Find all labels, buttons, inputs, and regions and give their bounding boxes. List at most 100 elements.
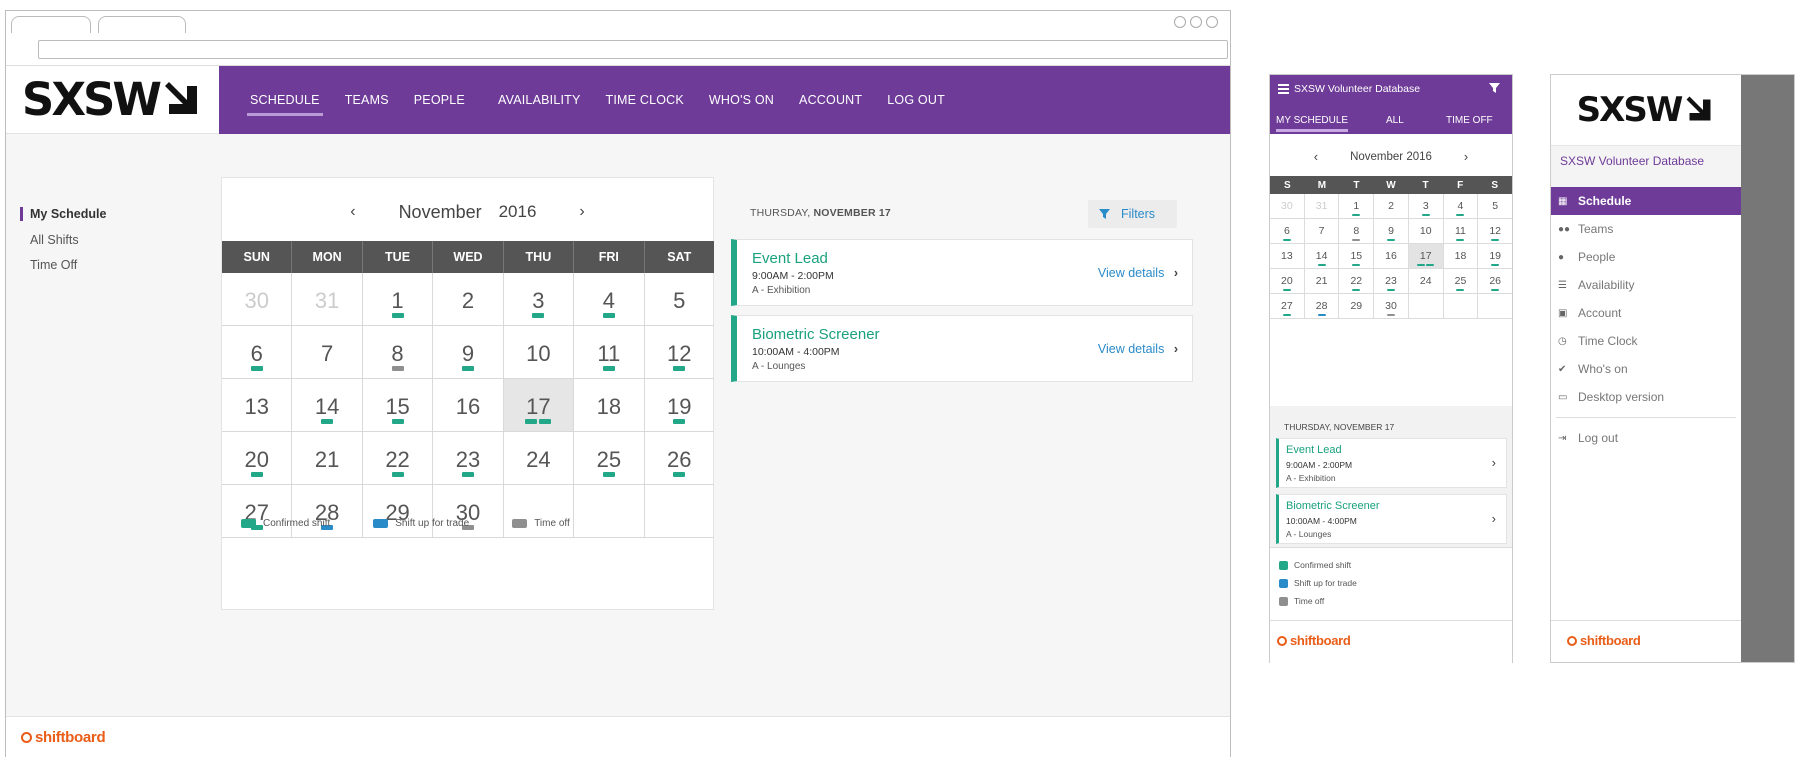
calendar-day[interactable]: 7 — [292, 326, 363, 378]
calendar-day[interactable]: 19 — [645, 379, 714, 431]
calendar-day[interactable]: 10 — [504, 326, 575, 378]
calendar-day[interactable]: 28 — [1305, 294, 1340, 318]
browser-tab[interactable] — [11, 16, 91, 33]
calendar-day[interactable]: 29 — [363, 485, 434, 537]
calendar-day[interactable]: 15 — [1339, 244, 1375, 268]
menu-item-time-clock[interactable]: ◷ Time Clock — [1551, 327, 1741, 355]
calendar-day[interactable]: 15 — [363, 379, 434, 431]
menu-item-log-out[interactable]: ⇥ Log out — [1551, 424, 1741, 452]
calendar-day[interactable]: 28 — [292, 485, 363, 537]
calendar-day[interactable]: 5 — [1478, 194, 1512, 218]
nav-log-out[interactable]: LOG OUT — [887, 93, 945, 107]
calendar-day[interactable]: 29 — [1339, 294, 1375, 318]
calendar-day[interactable]: 31 — [292, 273, 363, 325]
mobile-filter-icon[interactable] — [1489, 83, 1500, 93]
calendar-day[interactable]: 18 — [1444, 244, 1479, 268]
calendar-day[interactable]: 19 — [1478, 244, 1512, 268]
sidebar-item-time-off[interactable]: Time Off — [30, 258, 77, 272]
calendar-day[interactable]: 3 — [504, 273, 575, 325]
calendar-day-selected[interactable]: 17 — [503, 379, 575, 431]
calendar-day[interactable]: 13 — [222, 379, 293, 431]
hamburger-menu-icon[interactable] — [1278, 84, 1289, 94]
calendar-day[interactable]: 20 — [1270, 269, 1305, 293]
calendar-day[interactable]: 11 — [1444, 219, 1479, 243]
calendar-day[interactable]: 26 — [1478, 269, 1512, 293]
calendar-day[interactable]: 30 — [1374, 294, 1409, 318]
calendar-day[interactable]: 16 — [1374, 244, 1409, 268]
calendar-day[interactable]: 20 — [222, 432, 293, 484]
mobile-shift-card[interactable]: Event Lead 9:00AM - 2:00PM A - Exhibitio… — [1276, 438, 1507, 488]
calendar-day[interactable]: 30 — [433, 485, 504, 537]
calendar-day[interactable]: 2 — [1374, 194, 1409, 218]
menu-item-account[interactable]: ▣ Account — [1551, 299, 1741, 327]
shiftboard-logo[interactable]: shiftboard — [1277, 633, 1351, 648]
menu-item-desktop-version[interactable]: ▭ Desktop version — [1551, 383, 1741, 411]
nav-whos-on[interactable]: WHO'S ON — [709, 93, 774, 107]
nav-availability[interactable]: AVAILABILITY — [498, 93, 581, 107]
mobile-next-month-button[interactable]: › — [1464, 149, 1468, 164]
menu-item-whos-on[interactable]: ✔ Who's on — [1551, 355, 1741, 383]
mobile-shift-card[interactable]: Biometric Screener 10:00AM - 4:00PM A - … — [1276, 494, 1507, 544]
mobile-tab-all[interactable]: ALL — [1386, 115, 1404, 126]
calendar-day[interactable]: 4 — [1444, 194, 1479, 218]
calendar-day[interactable]: 9 — [1374, 219, 1409, 243]
sidebar-item-all-shifts[interactable]: All Shifts — [30, 233, 79, 247]
view-details-link[interactable]: View details › — [1098, 342, 1178, 356]
nav-people[interactable]: PEOPLE — [414, 93, 465, 107]
menu-item-schedule[interactable]: ▦ Schedule — [1551, 187, 1741, 215]
calendar-day[interactable]: 30 — [1270, 194, 1305, 218]
calendar-day[interactable]: 14 — [292, 379, 363, 431]
calendar-day[interactable]: 8 — [363, 326, 434, 378]
calendar-day[interactable]: 7 — [1305, 219, 1340, 243]
calendar-day-selected[interactable]: 17 — [1408, 244, 1444, 268]
window-close-button[interactable] — [1206, 16, 1218, 28]
calendar-day[interactable]: 12 — [645, 326, 714, 378]
calendar-day[interactable]: 24 — [504, 432, 575, 484]
calendar-day[interactable]: 25 — [1444, 269, 1479, 293]
mobile-prev-month-button[interactable]: ‹ — [1314, 149, 1318, 164]
calendar-day[interactable]: 23 — [433, 432, 504, 484]
calendar-day[interactable]: 12 — [1478, 219, 1512, 243]
view-details-link[interactable]: View details › — [1098, 266, 1178, 280]
calendar-day[interactable]: 11 — [574, 326, 645, 378]
calendar-day[interactable]: 6 — [1270, 219, 1305, 243]
calendar-day[interactable]: 27 — [222, 485, 293, 537]
calendar-day[interactable]: 1 — [363, 273, 434, 325]
sidebar-item-my-schedule[interactable]: My Schedule — [20, 207, 106, 221]
next-month-button[interactable]: › — [579, 203, 584, 221]
menu-item-availability[interactable]: ☰ Availability — [1551, 271, 1741, 299]
calendar-day[interactable]: 3 — [1409, 194, 1444, 218]
menu-item-people[interactable]: ● People — [1551, 243, 1741, 271]
shiftboard-logo[interactable]: shiftboard — [1567, 633, 1641, 648]
calendar-day[interactable]: 10 — [1409, 219, 1444, 243]
shift-card[interactable]: Event Lead 9:00AM - 2:00PM A - Exhibitio… — [731, 239, 1193, 306]
calendar-day[interactable]: 6 — [222, 326, 293, 378]
shiftboard-logo[interactable]: shiftboard — [21, 729, 106, 746]
calendar-day[interactable]: 22 — [363, 432, 434, 484]
mobile-tab-my-schedule[interactable]: MY SCHEDULE — [1276, 115, 1349, 132]
calendar-day[interactable]: 5 — [645, 273, 714, 325]
menu-item-teams[interactable]: ●● Teams — [1551, 215, 1741, 243]
prev-month-button[interactable]: ‹ — [350, 203, 355, 221]
nav-account[interactable]: ACCOUNT — [799, 93, 862, 107]
nav-time-clock[interactable]: TIME CLOCK — [606, 93, 684, 107]
window-maximize-button[interactable] — [1190, 16, 1202, 28]
shift-card[interactable]: Biometric Screener 10:00AM - 4:00PM A - … — [731, 315, 1193, 382]
calendar-day[interactable]: 16 — [433, 379, 504, 431]
calendar-day[interactable]: 1 — [1339, 194, 1375, 218]
calendar-day[interactable]: 8 — [1339, 219, 1375, 243]
calendar-day[interactable]: 13 — [1270, 244, 1305, 268]
calendar-day[interactable]: 2 — [433, 273, 504, 325]
logo-container[interactable]: SXSW — [6, 66, 219, 134]
calendar-day[interactable]: 9 — [433, 326, 504, 378]
calendar-day[interactable]: 14 — [1305, 244, 1340, 268]
calendar-day[interactable]: 18 — [574, 379, 645, 431]
calendar-day[interactable]: 25 — [574, 432, 645, 484]
calendar-day[interactable]: 4 — [574, 273, 645, 325]
calendar-day[interactable]: 26 — [645, 432, 714, 484]
mobile-tab-time-off[interactable]: TIME OFF — [1446, 115, 1493, 126]
calendar-day[interactable]: 27 — [1270, 294, 1305, 318]
address-bar[interactable] — [38, 40, 1228, 59]
calendar-day[interactable]: 30 — [222, 273, 293, 325]
calendar-day[interactable]: 22 — [1339, 269, 1375, 293]
